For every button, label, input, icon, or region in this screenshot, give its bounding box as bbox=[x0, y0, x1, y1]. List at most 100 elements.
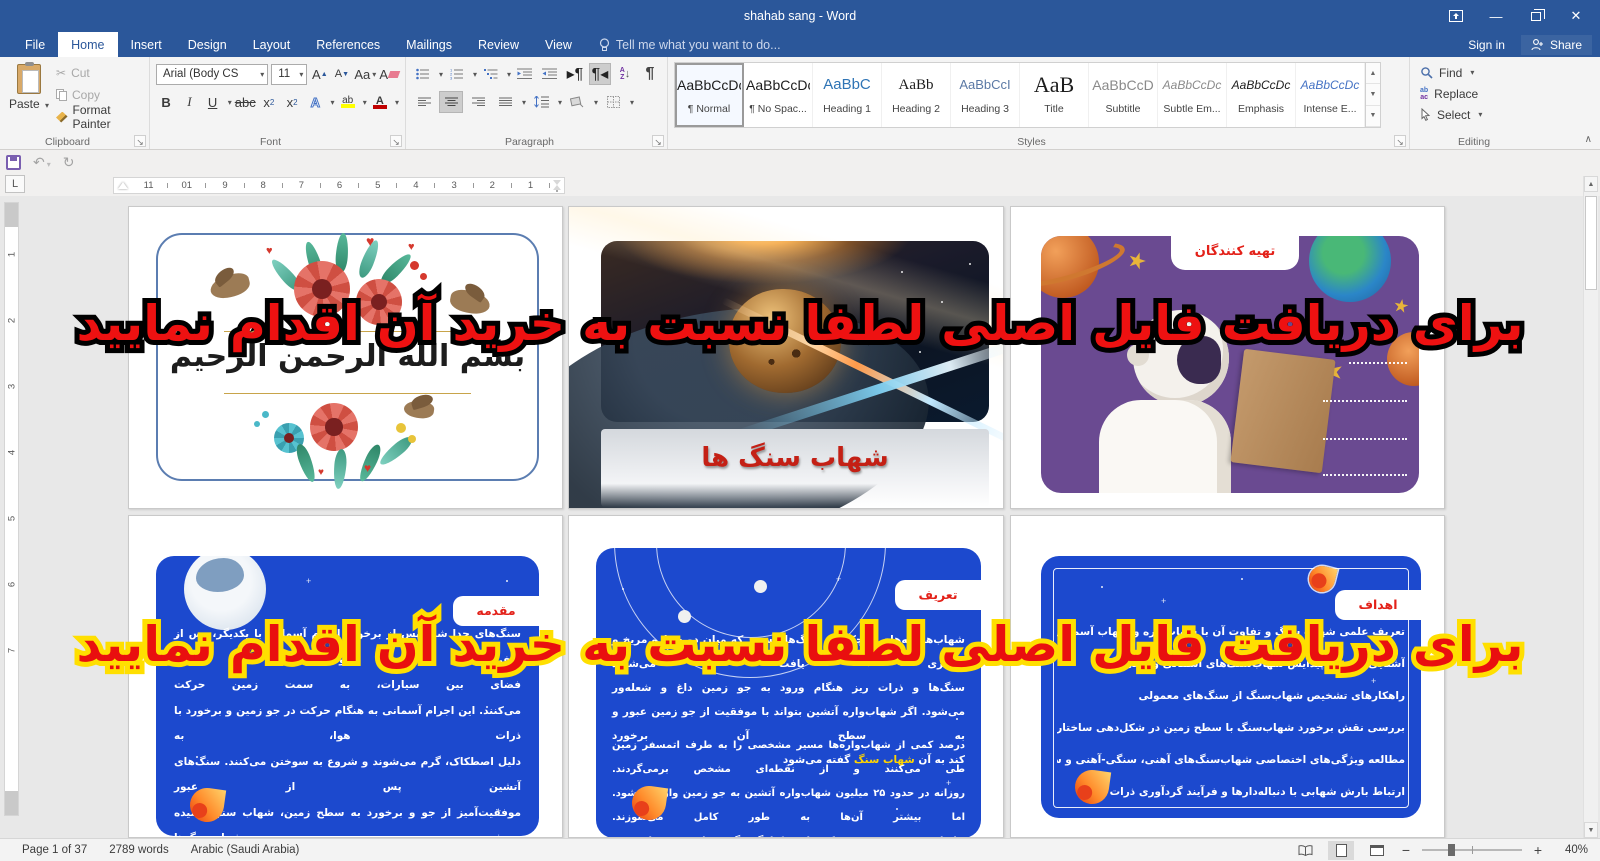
save-button[interactable] bbox=[6, 154, 21, 170]
style-heading2[interactable]: AaBb Heading 2 bbox=[882, 63, 951, 127]
word-count[interactable]: 2789 words bbox=[109, 844, 168, 856]
borders-caret[interactable]: ▾ bbox=[630, 98, 634, 107]
subscript-button[interactable]: x2 bbox=[259, 91, 279, 113]
scroll-down-button[interactable]: ▼ bbox=[1584, 822, 1598, 838]
page-6-goals-slide[interactable]: + + اهداف تعریف علمی شهاب سنگ و تفاوت آن … bbox=[1010, 515, 1445, 838]
vertical-scrollbar[interactable]: ▲ ▼ bbox=[1583, 176, 1598, 838]
style-emphasis[interactable]: AaBbCcDc Emphasis bbox=[1227, 63, 1296, 127]
sort-button[interactable]: A Z ↓ bbox=[614, 63, 636, 85]
align-left-button[interactable] bbox=[412, 91, 436, 113]
highlight-caret[interactable]: ▾ bbox=[363, 98, 367, 107]
tab-home[interactable]: Home bbox=[58, 32, 118, 57]
print-layout-button[interactable] bbox=[1328, 840, 1354, 860]
page-count[interactable]: Page 1 of 37 bbox=[22, 844, 87, 856]
multilevel-list-caret[interactable]: ▾ bbox=[507, 70, 511, 79]
find-button[interactable]: Find ▾ bbox=[1416, 62, 1532, 83]
page-5-definition-slide[interactable]: + + تعریف شهاب‌ها تکه‌های کوچکی از سنگ‌ها… bbox=[568, 515, 1004, 838]
align-right-button[interactable] bbox=[466, 91, 490, 113]
multilevel-list-button[interactable] bbox=[480, 63, 502, 85]
styles-dialog-launcher[interactable]: ↘ bbox=[1394, 135, 1406, 147]
styles-scroll-down[interactable]: ▼ bbox=[1366, 84, 1380, 106]
font-name-combo[interactable]: Arial (Body CS ▾ bbox=[156, 63, 269, 85]
tab-stop-selector[interactable]: L bbox=[5, 175, 25, 193]
find-caret[interactable]: ▾ bbox=[1470, 68, 1474, 77]
grow-font-button[interactable]: A ▲ bbox=[310, 63, 329, 85]
line-spacing-caret[interactable]: ▾ bbox=[558, 98, 562, 107]
style-normal[interactable]: AaBbCcDc ¶ Normal bbox=[675, 63, 744, 127]
paste-dropdown-caret[interactable]: ▾ bbox=[45, 101, 49, 110]
styles-scroll-up[interactable]: ▲ bbox=[1366, 63, 1380, 85]
font-color-button[interactable]: A bbox=[370, 91, 390, 113]
style-title[interactable]: AaB Title bbox=[1020, 63, 1089, 127]
rtl-direction-button[interactable]: ¶◂ bbox=[588, 63, 611, 85]
style-subtle-emphasis[interactable]: AaBbCcDc Subtle Em... bbox=[1158, 63, 1227, 127]
language-indicator[interactable]: Arabic (Saudi Arabia) bbox=[191, 844, 300, 856]
shading-button[interactable] bbox=[565, 91, 589, 113]
page-1-cover-slide[interactable]: ♥ ♥ ♥ بسم الله الرحمن الرحیم ♥ ♥ bbox=[128, 206, 563, 509]
tell-me-box[interactable]: Tell me what you want to do... bbox=[599, 32, 781, 57]
text-effects-button[interactable]: A bbox=[305, 91, 325, 113]
web-layout-button[interactable] bbox=[1364, 841, 1390, 860]
style-no-spacing[interactable]: AaBbCcDc ¶ No Spac... bbox=[744, 63, 813, 127]
page-3-contributors-slide[interactable]: ★ ★ ★ تهیه کنندگان bbox=[1010, 206, 1445, 509]
text-effects-caret[interactable]: ▾ bbox=[330, 98, 334, 107]
font-dialog-launcher[interactable]: ↘ bbox=[390, 135, 402, 147]
decrease-indent-button[interactable] bbox=[514, 63, 536, 85]
ribbon-display-options-button[interactable] bbox=[1436, 2, 1476, 30]
zoom-out-button[interactable]: − bbox=[1400, 842, 1412, 858]
share-button[interactable]: Share bbox=[1520, 34, 1592, 55]
close-button[interactable]: ✕ bbox=[1556, 2, 1596, 30]
cut-button[interactable]: ✂ Cut bbox=[56, 64, 143, 82]
clipboard-dialog-launcher[interactable]: ↘ bbox=[134, 135, 146, 147]
ltr-direction-button[interactable]: ▸¶ bbox=[564, 63, 586, 85]
tab-review[interactable]: Review bbox=[465, 32, 532, 57]
select-button[interactable]: Select ▾ bbox=[1416, 104, 1532, 125]
zoom-slider-thumb[interactable] bbox=[1448, 844, 1455, 856]
tab-file[interactable]: File bbox=[12, 32, 58, 57]
copy-button[interactable]: Copy bbox=[56, 86, 143, 104]
numbering-button[interactable]: 123 bbox=[446, 63, 468, 85]
tab-references[interactable]: References bbox=[303, 32, 393, 57]
vertical-ruler[interactable]: 1 2 3 4 5 6 7 bbox=[4, 202, 19, 816]
scroll-up-button[interactable]: ▲ bbox=[1584, 176, 1598, 192]
tab-design[interactable]: Design bbox=[175, 32, 240, 57]
strikethrough-button[interactable]: abc bbox=[235, 91, 256, 113]
page-4-introduction-slide[interactable]: ++ + مقدمه سنگ‌های جدا شده پس از برخورد … bbox=[128, 515, 563, 838]
style-heading3[interactable]: AaBbCcI Heading 3 bbox=[951, 63, 1020, 127]
page-2-title-slide[interactable]: شهاب سنگ ها bbox=[568, 206, 1004, 509]
tab-mailings[interactable]: Mailings bbox=[393, 32, 465, 57]
change-case-button[interactable]: Aa ▾ bbox=[354, 63, 376, 85]
line-spacing-button[interactable] bbox=[529, 91, 553, 113]
format-painter-button[interactable]: Format Painter bbox=[56, 103, 143, 131]
bold-button[interactable]: B bbox=[156, 91, 176, 113]
justify-caret[interactable]: ▾ bbox=[522, 98, 526, 107]
paste-button[interactable]: Paste ▾ bbox=[6, 62, 52, 128]
shading-caret[interactable]: ▾ bbox=[594, 98, 598, 107]
style-intense-emphasis[interactable]: AaBbCcDc Intense E... bbox=[1296, 63, 1365, 127]
document-area[interactable]: 1 2 3 4 5 6 7 ♥ ♥ ♥ بسم الله الرحمن الرح… bbox=[0, 196, 1600, 838]
bullets-caret[interactable]: ▾ bbox=[439, 70, 443, 79]
redo-button[interactable]: ↻ bbox=[63, 154, 75, 171]
show-hide-pilcrow-button[interactable]: ¶ bbox=[639, 63, 661, 85]
collapse-ribbon-button[interactable]: ∧ bbox=[1585, 134, 1592, 145]
underline-button[interactable]: U bbox=[203, 91, 223, 113]
restore-button[interactable] bbox=[1516, 2, 1556, 30]
increase-indent-button[interactable] bbox=[539, 63, 561, 85]
zoom-level[interactable]: 40% bbox=[1554, 844, 1588, 856]
minimize-button[interactable]: — bbox=[1476, 2, 1516, 30]
tab-insert[interactable]: Insert bbox=[118, 32, 175, 57]
borders-button[interactable] bbox=[601, 91, 625, 113]
bullets-button[interactable] bbox=[412, 63, 434, 85]
zoom-slider[interactable] bbox=[1422, 844, 1522, 856]
underline-caret[interactable]: ▾ bbox=[228, 98, 232, 107]
scrollbar-thumb[interactable] bbox=[1585, 196, 1597, 290]
read-mode-button[interactable] bbox=[1292, 841, 1318, 860]
shrink-font-button[interactable]: A ▼ bbox=[332, 63, 351, 85]
justify-button[interactable] bbox=[493, 91, 517, 113]
first-line-indent-marker[interactable] bbox=[118, 182, 128, 189]
horizontal-ruler[interactable]: 11 01 9 8 7 6 5 4 3 2 1 bbox=[113, 177, 565, 194]
tab-view[interactable]: View bbox=[532, 32, 585, 57]
undo-button[interactable]: ↶ ▾ bbox=[33, 154, 51, 171]
replace-button[interactable]: ab ac Replace bbox=[1416, 83, 1532, 104]
right-indent-markers[interactable] bbox=[553, 179, 561, 192]
